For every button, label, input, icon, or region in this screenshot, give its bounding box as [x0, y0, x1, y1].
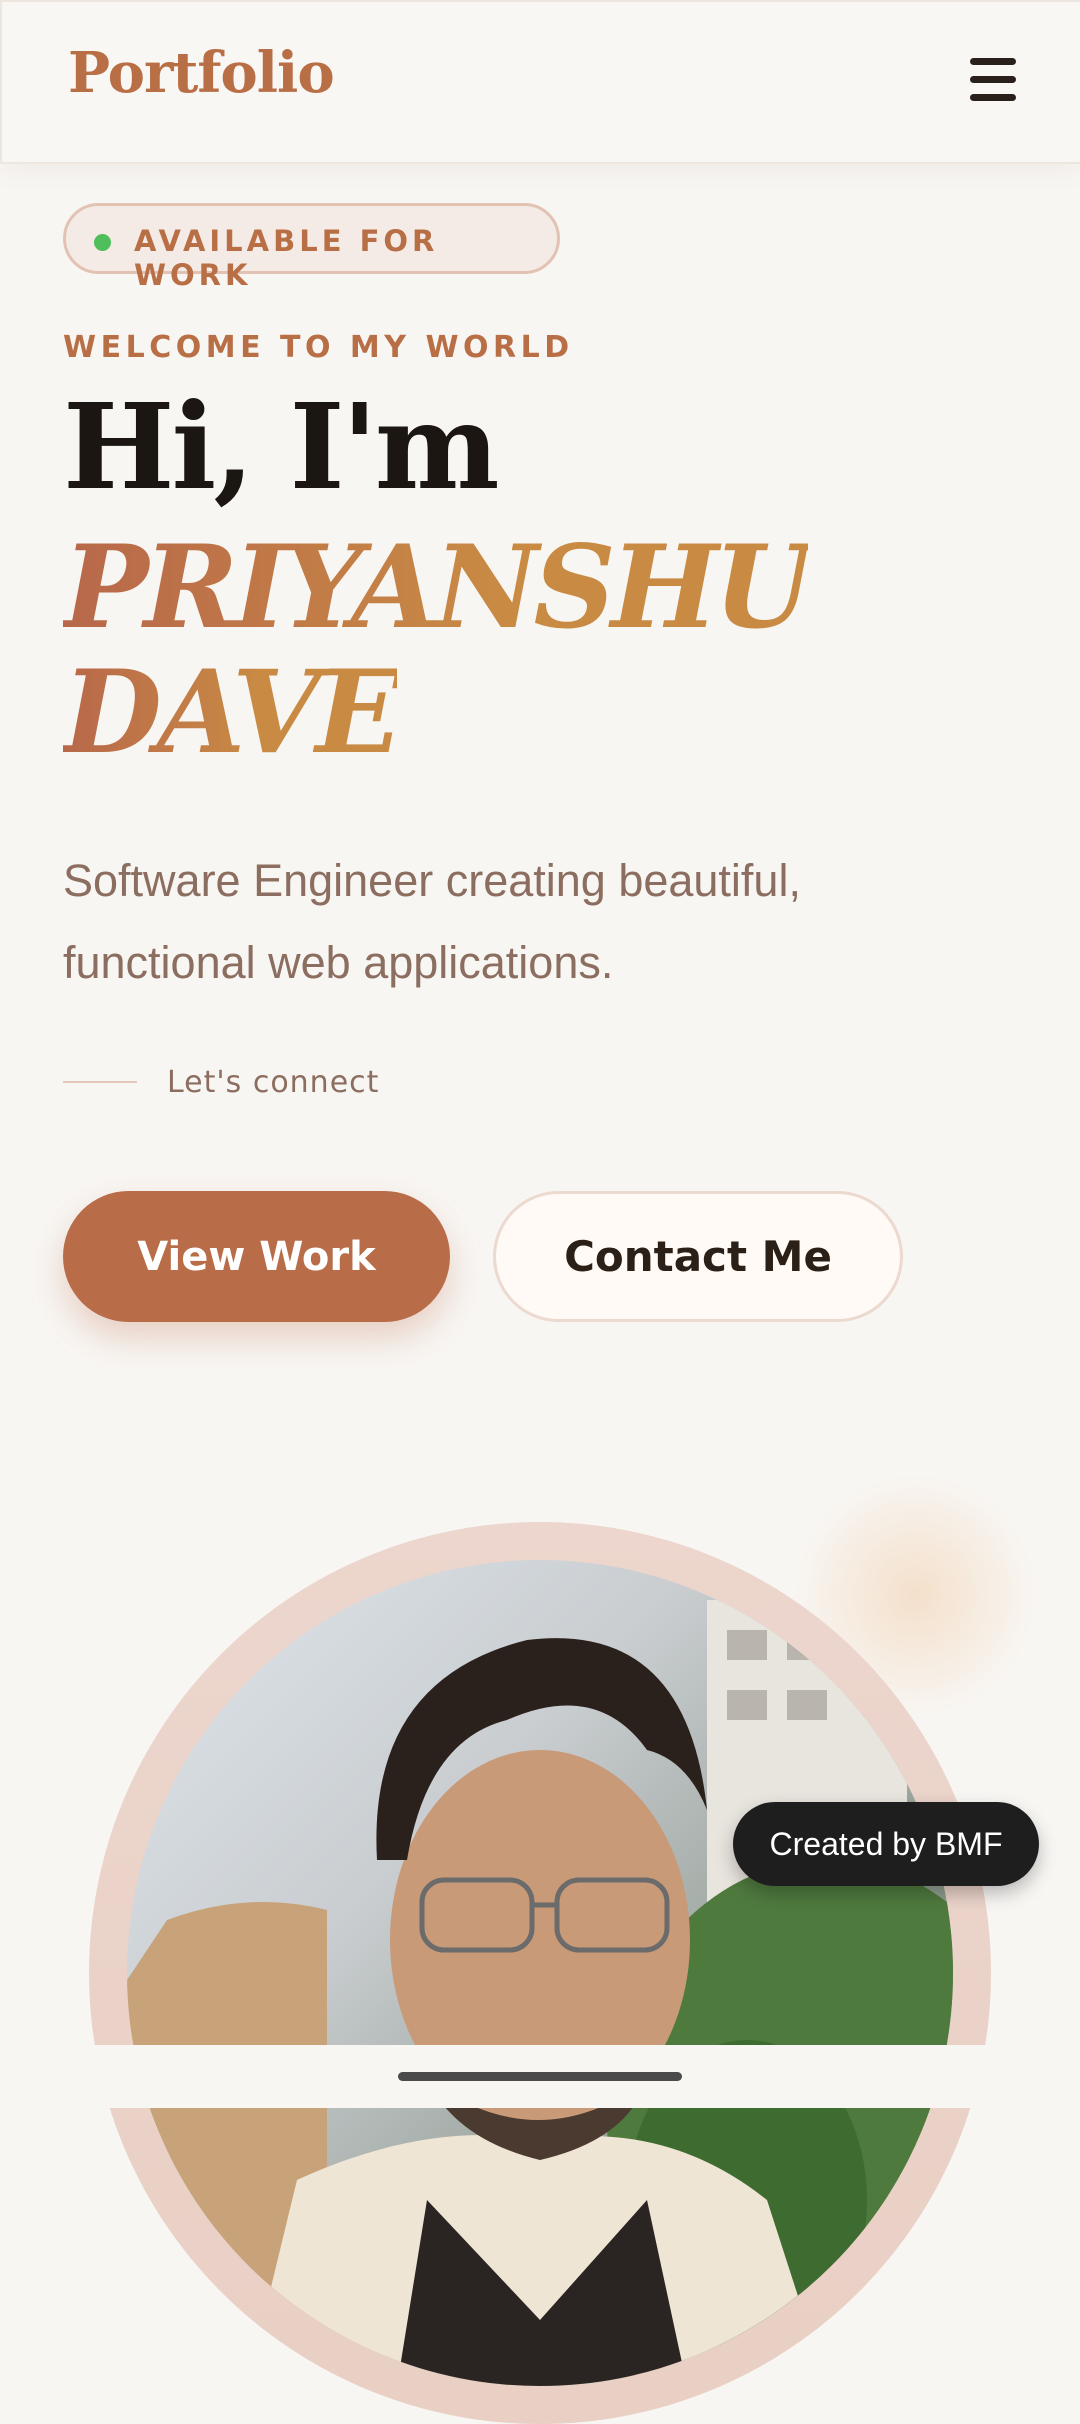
hero-name-last: DAVE [63, 645, 402, 779]
welcome-eyebrow: WELCOME TO MY WORLD [63, 330, 574, 365]
hero-greeting: Hi, I'm [63, 377, 500, 516]
hero-tagline: Software Engineer creating beautiful, fu… [63, 855, 801, 988]
logo[interactable]: Portfolio [68, 40, 335, 106]
contact-me-button[interactable]: Contact Me [493, 1191, 903, 1322]
connect-divider [63, 1081, 137, 1083]
home-indicator[interactable] [398, 2072, 682, 2081]
availability-badge: AVAILABLE FOR WORK [63, 203, 560, 292]
view-work-button[interactable]: View Work [63, 1191, 450, 1322]
availability-badge-label: AVAILABLE FOR WORK [134, 224, 439, 292]
created-by-badge[interactable]: Created by BMF [733, 1802, 1039, 1886]
site-header: Portfolio [0, 0, 1080, 164]
connect-label: Let's connect [167, 1065, 380, 1100]
status-dot-icon [94, 234, 111, 251]
hero-name-first: PRIYANSHU [63, 520, 813, 654]
profile-photo [127, 1560, 953, 2386]
hamburger-menu-icon[interactable] [970, 58, 1018, 102]
